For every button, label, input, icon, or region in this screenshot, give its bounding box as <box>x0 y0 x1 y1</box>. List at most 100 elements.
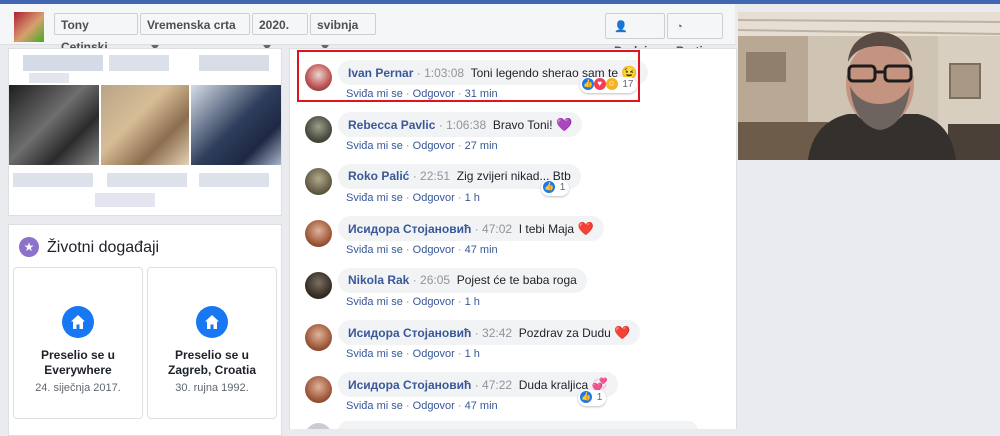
commenter-name[interactable]: Исидора Стојановић <box>348 326 471 340</box>
comment-age[interactable]: 47 min <box>465 244 498 256</box>
life-events-panel: ★ Životni događaji Preselio se u Everywhe… <box>8 224 282 436</box>
comments-feed: Ivan Pernar · 1:03:08 Toni legendo shera… <box>289 48 737 429</box>
like-reaction-icon: 👍 <box>543 181 555 194</box>
reaction-number: 1 <box>559 182 566 193</box>
like-link[interactable]: Sviđa mi se <box>346 192 403 204</box>
comment-actions: Sviđa mi se · Odgovor · 47 min <box>346 244 498 256</box>
comment-bubble: Исидора Стојановић · 47:22 Duda kraljica… <box>338 372 618 397</box>
live-video[interactable] <box>738 12 1000 160</box>
rss-icon: ◔ <box>676 21 683 33</box>
comment-bubble: Исидора Стојановић · 47:02 I tebi Maja ❤… <box>338 216 604 241</box>
blurred-text <box>13 173 93 187</box>
comment: Roko Palić · 22:51 Zig zvijeri nikad... … <box>290 159 736 209</box>
comment: Rebecca Pavlic · 1:06:38 Bravo Toni! 💜 S… <box>290 107 736 157</box>
reply-link[interactable]: Odgovor <box>413 296 455 308</box>
red-heart-icon: ❤️ <box>577 221 594 236</box>
blurred-text <box>107 173 187 187</box>
commenter-name[interactable]: Исидора Стојановић <box>348 378 471 392</box>
life-event-title: Preselio se u Zagreb, Croatia <box>167 348 257 377</box>
like-link[interactable]: Sviđa mi se <box>346 140 403 152</box>
add-friend-icon: 👤 <box>614 21 628 33</box>
purple-heart-icon: 💜 <box>555 117 573 132</box>
blurred-text <box>199 55 269 71</box>
commenter-name[interactable]: Rebecca Pavlic <box>348 118 435 132</box>
add-friend-button[interactable]: 👤Dodaj <box>605 13 665 58</box>
commenter-avatar[interactable] <box>305 423 332 429</box>
breadcrumb-month[interactable]: svibnja <box>310 13 376 51</box>
breadcrumb-year-label: 2020. <box>259 18 290 32</box>
commenter-avatar[interactable] <box>305 324 332 351</box>
blurred-photo[interactable] <box>191 85 281 165</box>
home-icon <box>196 306 228 338</box>
commenter-avatar[interactable] <box>305 272 332 299</box>
breadcrumb-timeline[interactable]: Vremenska crta <box>140 13 250 51</box>
highlight-box <box>297 50 640 102</box>
comment: Исидора Стојановић · 47:22 Duda kraljica… <box>290 367 736 417</box>
video-timestamp[interactable]: 1:06:38 <box>446 118 486 132</box>
blurred-photo[interactable] <box>9 85 99 165</box>
red-heart-icon: ❤️ <box>614 325 631 340</box>
comment-age[interactable]: 1 h <box>465 296 480 308</box>
reaction-count[interactable]: 👍 1 <box>541 180 570 196</box>
reply-link[interactable]: Odgovor <box>413 400 455 412</box>
life-event-card[interactable]: Preselio se u Zagreb, Croatia 30. rujna 1… <box>147 267 277 419</box>
like-link[interactable]: Sviđa mi se <box>346 400 403 412</box>
commenter-name[interactable]: Исидора Стојановић <box>348 222 471 236</box>
photos-panel <box>8 48 282 216</box>
video-timestamp[interactable]: 47:02 <box>482 222 512 236</box>
home-icon <box>62 306 94 338</box>
comment-bubble: Rebecca Pavlic · 1:06:38 Bravo Toni! 💜 <box>338 112 583 137</box>
comment-age[interactable]: 27 min <box>465 140 498 152</box>
blurred-photo[interactable] <box>101 85 189 165</box>
like-link[interactable]: Sviđa mi se <box>346 348 403 360</box>
comment-age[interactable]: 47 min <box>465 400 498 412</box>
star-icon: ★ <box>19 237 39 257</box>
life-events-title: Životni događaji <box>47 239 160 256</box>
reply-link[interactable]: Odgovor <box>413 244 455 256</box>
comment-actions: Sviđa mi se · Odgovor · 1 h <box>346 192 480 204</box>
comment-age[interactable]: 1 h <box>465 348 480 360</box>
blurred-text <box>23 55 103 71</box>
timeline-header: Tony Cetinski Vremenska crta 2020. svibn… <box>0 4 735 58</box>
breadcrumb-timeline-label: Vremenska crta <box>147 18 236 32</box>
breadcrumb-month-label: svibnja <box>317 18 359 32</box>
comment-text: I tebi Maja <box>518 222 575 236</box>
like-link[interactable]: Sviđa mi se <box>346 244 403 256</box>
reply-link[interactable]: Odgovor <box>413 348 455 360</box>
like-reaction-icon: 👍 <box>580 391 592 404</box>
commenter-avatar[interactable] <box>305 220 332 247</box>
breadcrumb-profile[interactable]: Tony Cetinski <box>54 13 138 54</box>
reply-link[interactable]: Odgovor <box>413 192 455 204</box>
comment-actions: Sviđa mi se · Odgovor · 1 h <box>346 296 480 308</box>
video-timestamp[interactable]: 22:51 <box>420 169 450 183</box>
reaction-number: 1 <box>596 392 603 403</box>
commenter-avatar[interactable] <box>305 116 332 143</box>
video-timestamp[interactable]: 47:22 <box>482 378 512 392</box>
life-event-date: 30. rujna 1992. <box>175 382 249 394</box>
blurred-text <box>29 73 69 83</box>
life-event-card[interactable]: Preselio se u Everywhere 24. siječnja 201… <box>13 267 143 419</box>
commenter-avatar[interactable] <box>305 168 332 195</box>
reply-link[interactable]: Odgovor <box>413 140 455 152</box>
commenter-name[interactable]: Roko Palić <box>348 169 409 183</box>
reaction-count[interactable]: 👍 1 <box>578 390 607 406</box>
comment: Исидора Стојановић · 32:42 Pozdrav za Du… <box>290 315 736 365</box>
video-timestamp[interactable]: 32:42 <box>482 326 512 340</box>
comment-actions: Sviđa mi se · Odgovor · 1 h <box>346 348 480 360</box>
comment-age[interactable]: 1 h <box>465 192 480 204</box>
comment-actions: Sviđa mi se · Odgovor · 47 min <box>346 400 498 412</box>
video-frame <box>738 12 1000 160</box>
life-event-title: Preselio se u Everywhere <box>40 348 116 377</box>
blurred-text <box>109 55 169 71</box>
commenter-avatar[interactable] <box>305 376 332 403</box>
commenter-name[interactable]: Nikola Rak <box>348 273 409 287</box>
comment-bubble: Исидора Стојановић · 32:42 Pozdrav za Du… <box>338 320 641 345</box>
comment-actions: Sviđa mi se · Odgovor · 27 min <box>346 140 498 152</box>
video-timestamp[interactable]: 26:05 <box>420 273 450 287</box>
like-link[interactable]: Sviđa mi se <box>346 296 403 308</box>
profile-avatar[interactable] <box>14 12 44 42</box>
blurred-text <box>95 193 155 207</box>
life-event-date: 24. siječnja 2017. <box>35 382 121 394</box>
follow-button[interactable]: ◔Prati <box>667 13 723 58</box>
breadcrumb-year[interactable]: 2020. <box>252 13 308 51</box>
